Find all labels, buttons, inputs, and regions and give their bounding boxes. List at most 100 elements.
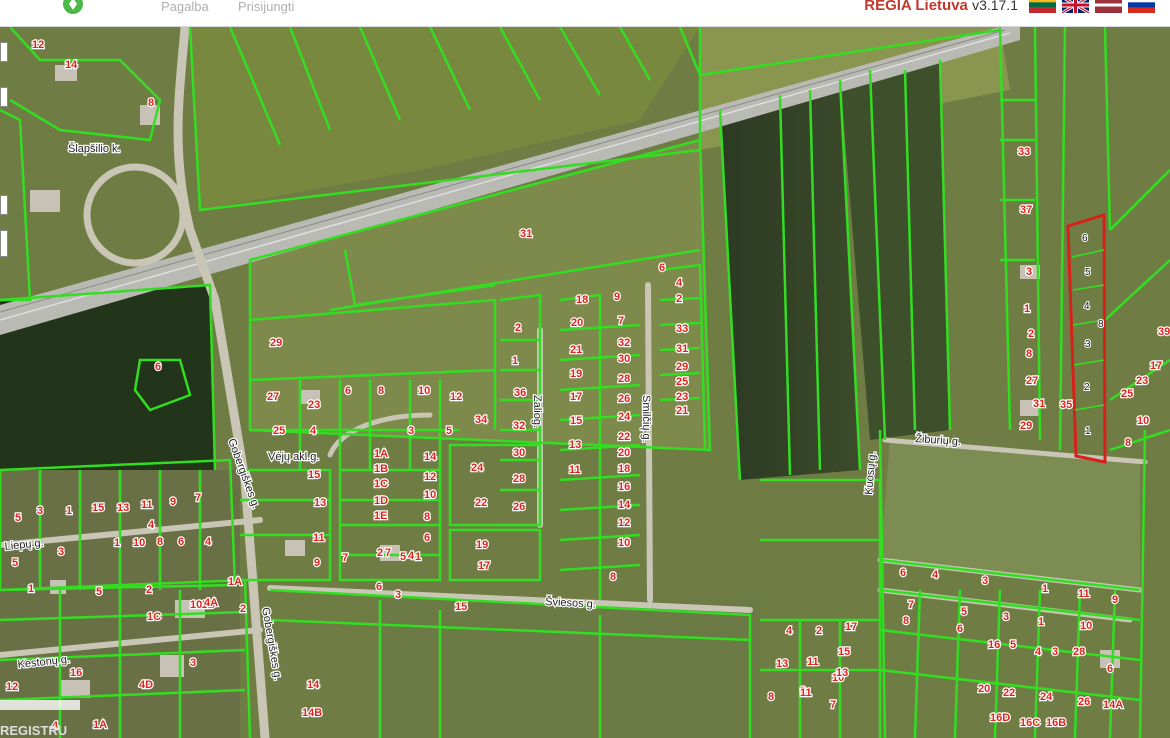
parcel-number-165[interactable]: 14A: [1102, 698, 1125, 712]
parcel-number-49[interactable]: 1C: [146, 610, 163, 624]
parcel-number-112[interactable]: 5: [399, 550, 408, 564]
parcel-number-92[interactable]: 14: [617, 498, 633, 512]
parcel-number-142[interactable]: 6: [956, 622, 965, 636]
parcel-number-19[interactable]: 1E: [373, 509, 389, 523]
parcel-number-93[interactable]: 12: [617, 516, 632, 530]
parcel-number-123[interactable]: 37: [1019, 203, 1034, 217]
parcel-number-1[interactable]: 14: [64, 58, 80, 72]
parcel-number-167[interactable]: 14B: [301, 706, 324, 720]
parcel-number-135[interactable]: 9: [1111, 593, 1120, 607]
parcel-number-11[interactable]: 23: [307, 398, 322, 412]
parcel-number-163[interactable]: 16C: [1019, 716, 1042, 730]
flag-lt-icon[interactable]: [1029, 0, 1056, 13]
parcel-number-45[interactable]: 8: [156, 535, 165, 549]
parcel-number-71[interactable]: 24: [470, 461, 486, 475]
parcel-number-145[interactable]: 17: [844, 620, 859, 634]
parcel-number-81[interactable]: 9: [613, 290, 622, 304]
parcel-number-98[interactable]: 2: [675, 292, 684, 306]
parcel-number-106[interactable]: 17: [477, 559, 492, 573]
parcel-number-104[interactable]: 21: [675, 404, 690, 418]
parcel-number-17[interactable]: 1C: [373, 477, 390, 491]
parcel-number-138[interactable]: 3: [1002, 610, 1011, 624]
parcel-number-42[interactable]: 3: [57, 545, 66, 559]
parcel-number-110[interactable]: 7: [384, 546, 393, 560]
parcel-number-134[interactable]: 11: [1077, 587, 1091, 601]
parcel-number-113[interactable]: 4: [147, 518, 156, 532]
parcel-number-30[interactable]: 11: [312, 531, 326, 545]
parcel-number-85[interactable]: 28: [617, 372, 632, 386]
parcel-number-22[interactable]: 10: [423, 488, 438, 502]
zoom-in-button[interactable]: [0, 42, 8, 62]
parcel-number-150[interactable]: 8: [767, 690, 776, 704]
parcel-number-100[interactable]: 31: [675, 342, 690, 356]
parcel-number-109[interactable]: 1: [414, 550, 423, 564]
parcel-number-5[interactable]: 29: [269, 336, 284, 350]
parcel-number-133[interactable]: 1: [1041, 582, 1050, 596]
parcel-number-53[interactable]: 5: [95, 585, 104, 599]
parcel-number-139[interactable]: 1: [1037, 615, 1046, 629]
parcel-number-130[interactable]: 6: [899, 566, 908, 580]
parcel-number-124[interactable]: 39: [1157, 325, 1170, 339]
parcel-number-47[interactable]: 4: [204, 535, 213, 549]
parcel-number-111[interactable]: 6: [375, 580, 384, 594]
parcel-number-115[interactable]: 2: [1027, 327, 1036, 341]
parcel-number-43[interactable]: 1: [113, 536, 122, 550]
parcel-number-36[interactable]: 15: [91, 501, 106, 515]
parcel-number-51[interactable]: 1A: [227, 575, 244, 589]
parcel-number-54[interactable]: 3: [189, 656, 198, 670]
parcel-number-40[interactable]: 7: [194, 491, 203, 505]
parcel-number-70[interactable]: 26: [512, 500, 527, 514]
parcel-number-148[interactable]: 11: [806, 655, 820, 669]
tool-button-2[interactable]: [0, 230, 8, 257]
parcel-number-155[interactable]: 4: [1034, 645, 1043, 659]
parcel-number-80[interactable]: 11: [568, 463, 582, 477]
parcel-number-78[interactable]: 15: [569, 414, 584, 428]
flag-ru-icon[interactable]: [1128, 0, 1155, 13]
parcel-number-23[interactable]: 8: [423, 510, 432, 524]
parcel-number-143[interactable]: 4: [785, 624, 794, 638]
parcel-number-107[interactable]: 15: [454, 600, 469, 614]
flag-lv-icon[interactable]: [1095, 0, 1122, 13]
parcel-number-29[interactable]: 13: [313, 496, 328, 510]
parcel-number-170[interactable]: 11: [799, 686, 813, 700]
parcel-number-118[interactable]: 27: [1025, 374, 1040, 388]
parcel-number-94[interactable]: 10: [617, 536, 632, 550]
parcel-number-127[interactable]: 25: [1120, 387, 1135, 401]
parcel-number-55[interactable]: 2: [239, 602, 248, 616]
zoom-out-button[interactable]: [0, 87, 8, 107]
parcel-number-128[interactable]: 10: [1136, 414, 1151, 428]
parcel-number-58[interactable]: 16: [69, 666, 84, 680]
parcel-number-144[interactable]: 2: [815, 624, 824, 638]
parcel-number-97[interactable]: 4: [675, 276, 684, 290]
parcel-number-44[interactable]: 10: [132, 536, 147, 550]
parcel-number-137[interactable]: 5: [960, 605, 969, 619]
parcel-number-25[interactable]: 4: [407, 549, 416, 563]
parcel-number-68[interactable]: 30: [512, 446, 527, 460]
parcel-number-76[interactable]: 19: [569, 367, 584, 381]
parcel-number-75[interactable]: 21: [569, 343, 584, 357]
parcel-number-129[interactable]: 8: [1124, 436, 1133, 450]
parcel-number-56[interactable]: 10: [189, 598, 204, 612]
parcel-number-7[interactable]: 6: [344, 384, 353, 398]
help-link[interactable]: Pagalba: [161, 0, 209, 14]
parcel-number-2[interactable]: 8: [147, 96, 156, 110]
parcel-number-169[interactable]: 13: [835, 666, 850, 680]
parcel-number-90[interactable]: 18: [617, 462, 632, 476]
parcel-number-18[interactable]: 1D: [373, 494, 390, 508]
parcel-number-74[interactable]: 20: [570, 316, 585, 330]
parcel-number-87[interactable]: 24: [617, 410, 633, 424]
parcel-number-61[interactable]: 1A: [92, 718, 109, 732]
parcel-number-146[interactable]: 15: [837, 645, 852, 659]
map-canvas[interactable]: 6 5 4 3 2 1 8 Šlapšilio k. Vėjų akl.g. L…: [0, 27, 1170, 738]
parcel-number-117[interactable]: 8: [1025, 347, 1034, 361]
parcel-number-125[interactable]: 17: [1149, 359, 1164, 373]
parcel-number-120[interactable]: 29: [1019, 419, 1034, 433]
login-link[interactable]: Prisijungti: [238, 0, 294, 14]
parcel-number-91[interactable]: 16: [617, 480, 632, 494]
parcel-number-114[interactable]: 3: [1025, 265, 1034, 279]
parcel-number-119[interactable]: 31: [1032, 397, 1047, 411]
parcel-number-32[interactable]: 7: [341, 551, 350, 565]
parcel-number-59[interactable]: 4D: [138, 678, 155, 692]
parcel-number-33[interactable]: 5: [14, 511, 23, 525]
parcel-number-121[interactable]: 35: [1059, 398, 1074, 412]
